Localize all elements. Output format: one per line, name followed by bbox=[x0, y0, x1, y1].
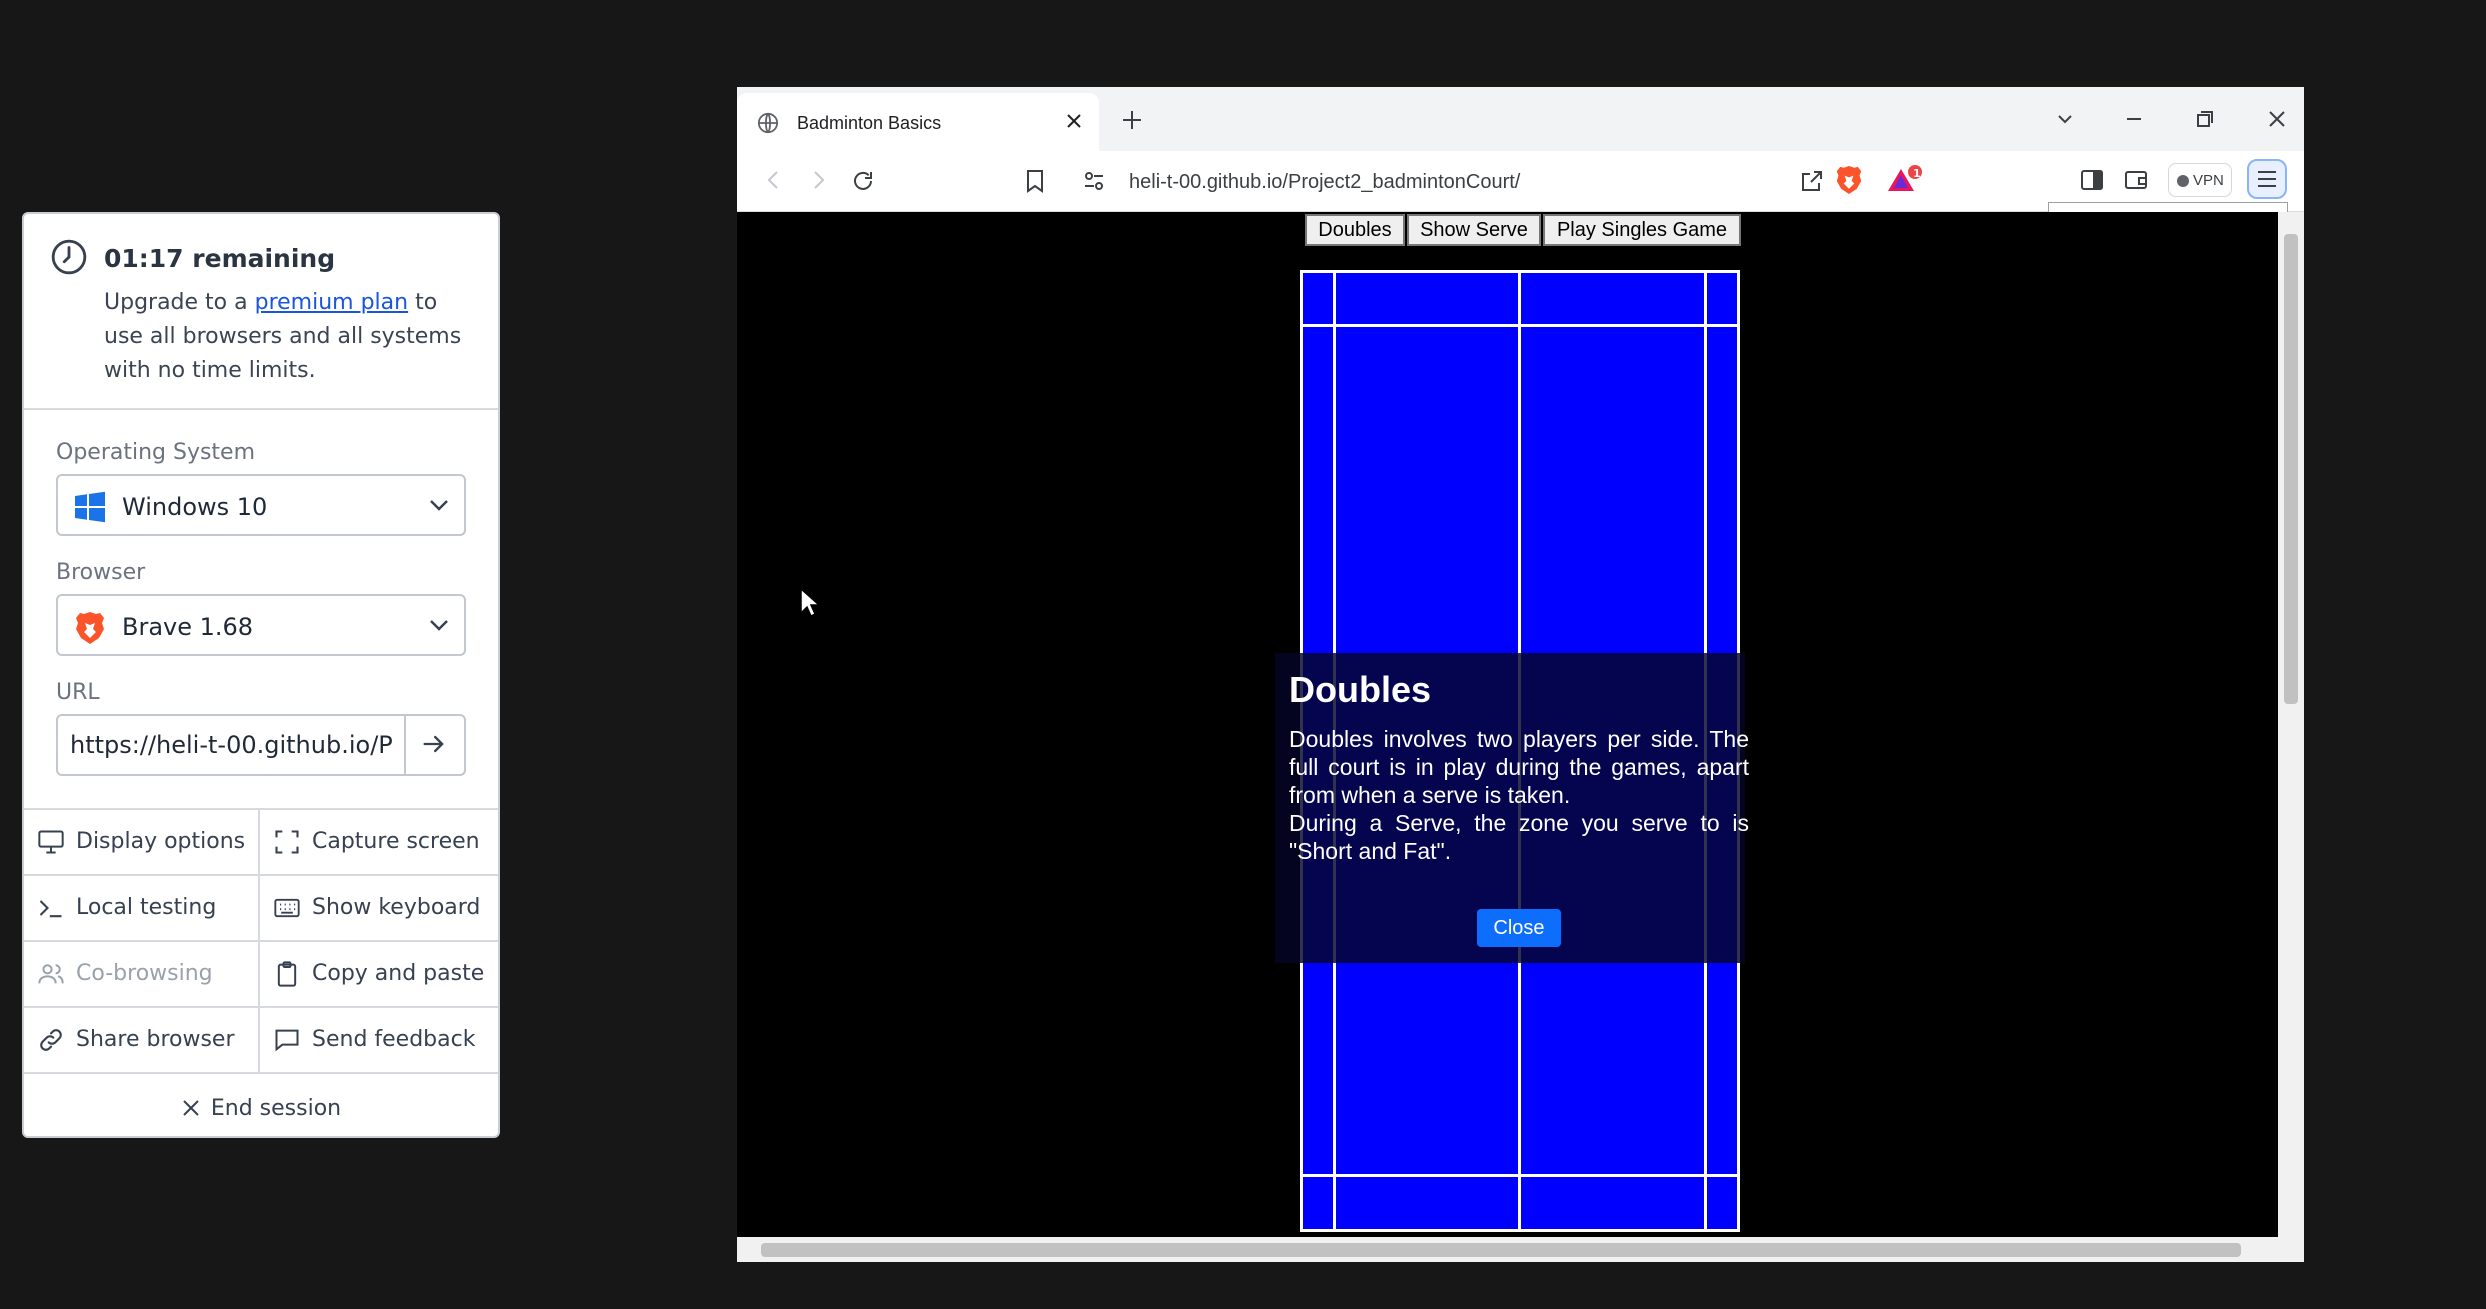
brave-shields-icon[interactable] bbox=[1835, 165, 1863, 195]
scroll-thumb[interactable] bbox=[761, 1243, 2241, 1257]
globe-icon bbox=[757, 112, 779, 134]
show-serve-button[interactable]: Show Serve bbox=[1407, 214, 1541, 246]
show-keyboard-button[interactable]: Show keyboard bbox=[260, 876, 496, 940]
browser-label: Browser bbox=[56, 560, 146, 585]
main-menu-button[interactable] bbox=[2247, 159, 2287, 199]
court-line bbox=[1303, 1174, 1737, 1177]
monitor-icon bbox=[38, 830, 64, 854]
browser-select-value: Brave 1.68 bbox=[122, 613, 254, 641]
doubles-button[interactable]: Doubles bbox=[1305, 214, 1405, 246]
display-options-button[interactable]: Display options bbox=[24, 810, 260, 874]
bookmark-icon[interactable] bbox=[1025, 169, 1045, 193]
os-label: Operating System bbox=[56, 440, 256, 465]
timer-section: 01:17 remaining Upgrade to a premium pla… bbox=[24, 214, 498, 410]
minimize-icon[interactable] bbox=[2124, 109, 2144, 129]
message-icon bbox=[275, 1029, 299, 1052]
browser-select[interactable]: Brave 1.68 bbox=[56, 594, 466, 656]
vpn-status-icon bbox=[2177, 175, 2189, 187]
arrow-right-icon bbox=[423, 735, 444, 753]
tab-badminton-basics[interactable]: Badminton Basics bbox=[737, 93, 1099, 151]
capture-screen-button[interactable]: Capture screen bbox=[260, 810, 496, 874]
capture-frame-icon bbox=[275, 830, 299, 854]
go-button[interactable] bbox=[404, 716, 464, 774]
play-singles-game-button[interactable]: Play Singles Game bbox=[1543, 214, 1741, 246]
end-session-content: End session bbox=[181, 1096, 341, 1121]
horizontal-scrollbar[interactable] bbox=[737, 1237, 2304, 1262]
chevron-down-icon bbox=[428, 617, 450, 633]
tab-search-icon[interactable] bbox=[2055, 109, 2075, 129]
vpn-label: VPN bbox=[2193, 172, 2224, 189]
brave-logo-icon bbox=[74, 611, 106, 645]
upgrade-message: Upgrade to a premium plan to use all bro… bbox=[104, 286, 464, 388]
scroll-thumb[interactable] bbox=[2284, 234, 2298, 704]
actions-row: Display options Capture screen bbox=[24, 810, 498, 876]
copy-and-paste-label: Copy and paste bbox=[312, 961, 485, 986]
copy-and-paste-button[interactable]: Copy and paste bbox=[260, 942, 496, 1006]
link-icon bbox=[40, 1029, 62, 1051]
vpn-button[interactable]: VPN bbox=[2168, 163, 2232, 197]
address-bar[interactable]: heli-t-00.github.io/Project2_badmintonCo… bbox=[1073, 161, 1563, 201]
send-feedback-label: Send feedback bbox=[312, 1027, 476, 1052]
reload-icon[interactable] bbox=[851, 169, 875, 193]
tab-strip: Badminton Basics bbox=[737, 87, 2304, 151]
vertical-scrollbar[interactable] bbox=[2278, 212, 2304, 1237]
doubles-info-modal: Doubles Doubles involves two players per… bbox=[1275, 653, 1749, 963]
local-testing-button[interactable]: Local testing bbox=[24, 876, 260, 940]
close-icon bbox=[183, 1100, 199, 1116]
modal-title: Doubles bbox=[1289, 669, 1432, 710]
tab-title: Badminton Basics bbox=[797, 113, 942, 133]
close-tab-icon[interactable] bbox=[1065, 112, 1083, 130]
share-icon[interactable] bbox=[1800, 169, 1824, 193]
sidebar-icon[interactable] bbox=[2080, 169, 2104, 191]
modal-paragraph: Doubles involves two players per side. T… bbox=[1289, 726, 1749, 808]
clipboard-icon bbox=[277, 961, 297, 987]
back-icon[interactable] bbox=[763, 169, 785, 191]
page-viewport: Doubles Show Serve Play Singles Game Dou… bbox=[737, 212, 2278, 1237]
premium-plan-link[interactable]: premium plan bbox=[255, 290, 408, 315]
court-line bbox=[1303, 324, 1737, 327]
os-select-value: Windows 10 bbox=[122, 493, 268, 521]
terminal-icon bbox=[39, 900, 62, 918]
windows-icon bbox=[74, 491, 106, 523]
co-browsing-label: Co-browsing bbox=[76, 961, 213, 986]
show-keyboard-label: Show keyboard bbox=[312, 895, 481, 920]
upgrade-text-pre: Upgrade to a bbox=[104, 290, 248, 315]
keyboard-icon bbox=[274, 898, 300, 918]
end-session-button[interactable]: End session bbox=[24, 1078, 498, 1136]
site-settings-icon[interactable] bbox=[1083, 171, 1105, 191]
modal-paragraph: During a Serve, the zone you serve to is… bbox=[1289, 810, 1749, 864]
browser-window: Badminton Basics heli-t-00.github.io/Pro… bbox=[737, 87, 2304, 1262]
time-remaining: 01:17 remaining bbox=[104, 244, 336, 273]
os-select[interactable]: Windows 10 bbox=[56, 474, 466, 536]
address-url: heli-t-00.github.io/Project2_badmintonCo… bbox=[1129, 171, 1521, 193]
co-browsing-button[interactable]: Co-browsing bbox=[24, 942, 260, 1006]
url-field bbox=[56, 714, 466, 776]
session-actions: Display options Capture screen Local tes… bbox=[24, 808, 498, 1074]
rewards-badge-count: 1 bbox=[1913, 167, 1921, 180]
mouse-cursor-icon bbox=[799, 587, 821, 619]
forward-icon[interactable] bbox=[807, 169, 829, 191]
share-browser-label: Share browser bbox=[76, 1027, 235, 1052]
url-input[interactable] bbox=[58, 716, 404, 774]
clock-icon bbox=[50, 238, 88, 276]
capture-screen-label: Capture screen bbox=[312, 829, 480, 854]
actions-row: Local testing Show keyboard bbox=[24, 876, 498, 942]
display-options-label: Display options bbox=[76, 829, 246, 854]
new-tab-icon[interactable] bbox=[1121, 109, 1143, 131]
share-browser-button[interactable]: Share browser bbox=[24, 1008, 260, 1072]
session-panel: 01:17 remaining Upgrade to a premium pla… bbox=[22, 212, 500, 1138]
actions-row: Co-browsing Copy and paste bbox=[24, 942, 498, 1008]
actions-row: Share browser Send feedback bbox=[24, 1008, 498, 1074]
close-window-icon[interactable] bbox=[2267, 109, 2287, 129]
end-session-label: End session bbox=[210, 1096, 342, 1121]
users-icon bbox=[38, 964, 64, 984]
menu-icon bbox=[2258, 171, 2276, 187]
restore-icon[interactable] bbox=[2195, 109, 2215, 129]
local-testing-label: Local testing bbox=[76, 895, 217, 920]
modal-close-button[interactable]: Close bbox=[1477, 909, 1561, 947]
wallet-icon[interactable] bbox=[2124, 169, 2148, 191]
send-feedback-button[interactable]: Send feedback bbox=[260, 1008, 496, 1072]
chevron-down-icon bbox=[428, 497, 450, 513]
url-label: URL bbox=[56, 680, 100, 705]
